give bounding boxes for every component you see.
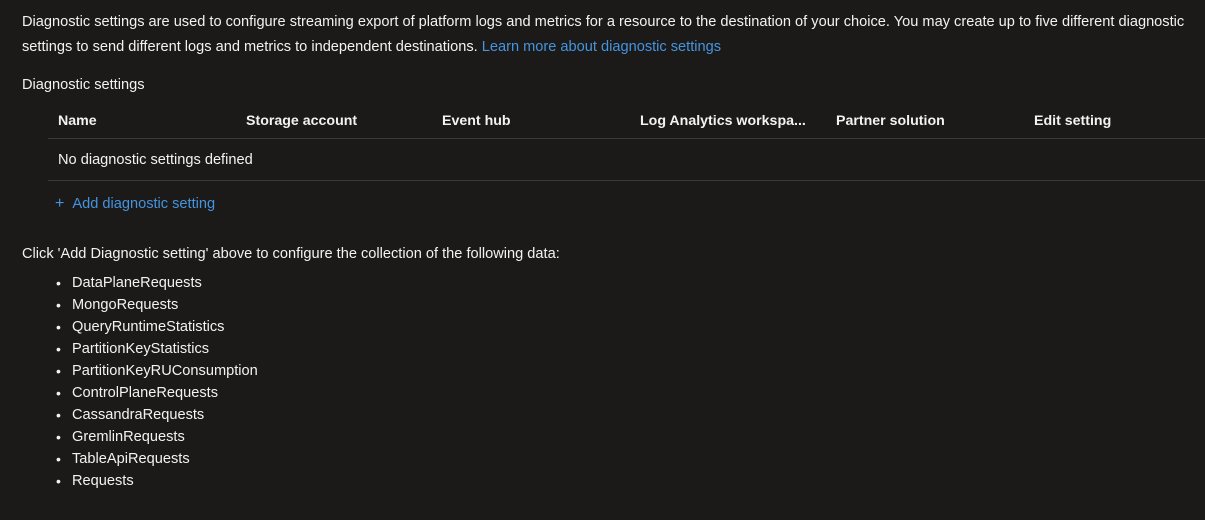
table-header-row: Name Storage account Event hub Log Analy… [48,104,1205,139]
list-item: QueryRuntimeStatistics [56,316,258,338]
plus-icon: + [55,195,65,212]
column-header-event-hub: Event hub [442,113,511,129]
add-diagnostic-setting-button[interactable]: + Add diagnostic setting [55,194,215,214]
list-item: ControlPlaneRequests [56,382,258,404]
data-types-list: DataPlaneRequests MongoRequests QueryRun… [38,272,258,492]
list-item: PartitionKeyRUConsumption [56,360,258,382]
section-title: Diagnostic settings [22,77,145,93]
list-item: CassandraRequests [56,404,258,426]
list-item: TableApiRequests [56,448,258,470]
column-header-storage-account: Storage account [246,113,358,129]
list-item: MongoRequests [56,294,258,316]
instruction-text: Click 'Add Diagnostic setting' above to … [22,246,560,262]
list-item: GremlinRequests [56,426,258,448]
diagnostic-settings-table: Name Storage account Event hub Log Analy… [48,104,1205,181]
column-header-partner-solution: Partner solution [836,113,945,129]
add-diagnostic-setting-label: Add diagnostic setting [72,196,216,212]
learn-more-link[interactable]: Learn more about diagnostic settings [482,39,721,55]
empty-state-message: No diagnostic settings defined [58,151,253,168]
diagnostic-settings-page: Diagnostic settings are used to configur… [0,0,1205,520]
list-item: Requests [56,470,258,492]
list-item: PartitionKeyStatistics [56,338,258,360]
column-header-edit-setting: Edit setting [1034,113,1112,129]
intro-paragraph: Diagnostic settings are used to configur… [22,10,1187,60]
table-row: No diagnostic settings defined [48,139,1205,181]
list-item: DataPlaneRequests [56,272,258,294]
column-header-name: Name [58,113,97,129]
column-header-log-analytics-workspace: Log Analytics workspa... [640,113,806,129]
